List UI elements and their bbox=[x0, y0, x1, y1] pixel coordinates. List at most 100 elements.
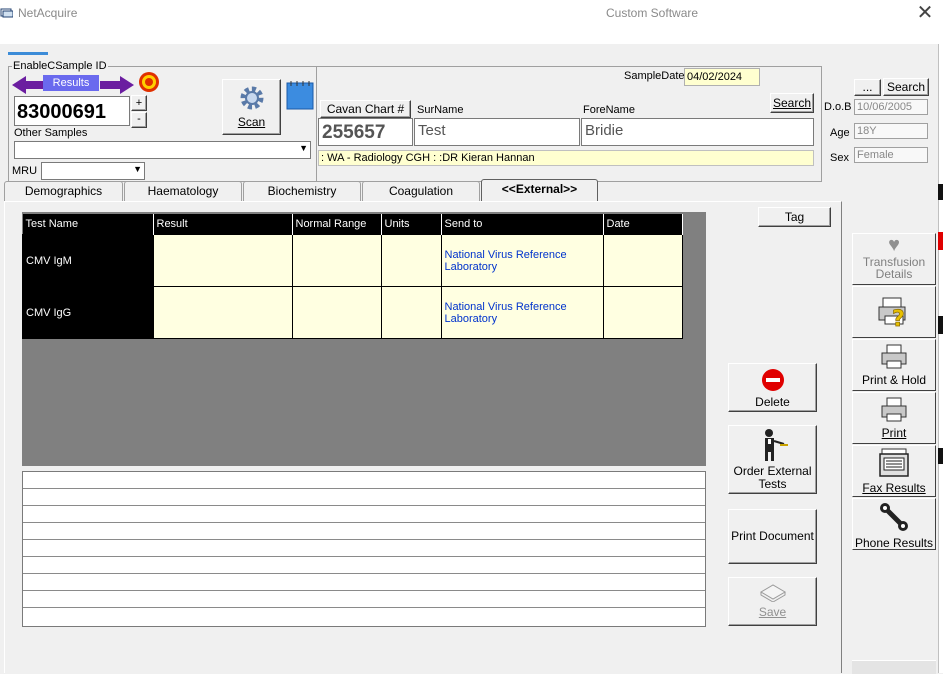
phone-results-button[interactable]: Phone Results bbox=[852, 498, 936, 550]
printer-question-icon: ? bbox=[878, 297, 906, 332]
list-item bbox=[23, 540, 705, 557]
tab-biochemistry[interactable]: Biochemistry bbox=[243, 181, 361, 201]
delete-button[interactable]: Delete bbox=[728, 363, 817, 412]
delete-label: Delete bbox=[755, 395, 790, 409]
table-row[interactable]: CMV IgG National Virus Reference Laborat… bbox=[22, 286, 683, 339]
phone-icon bbox=[880, 503, 908, 531]
target-icon[interactable] bbox=[138, 71, 160, 93]
mru-label: MRU bbox=[12, 165, 38, 177]
fax-results-button[interactable]: Fax Results bbox=[852, 445, 936, 497]
list-item bbox=[23, 472, 705, 489]
test-name-cell[interactable]: CMV IgG bbox=[22, 286, 154, 339]
column-header-date[interactable]: Date bbox=[603, 214, 683, 235]
send-to-cell[interactable]: National Virus Reference Laboratory bbox=[440, 234, 604, 287]
print-button[interactable]: Print bbox=[852, 392, 936, 444]
transfusion-details-label: Transfusion Details bbox=[862, 255, 926, 281]
print-document-button[interactable]: Print Document bbox=[728, 509, 817, 564]
order-external-tests-label: Order External Tests bbox=[733, 464, 812, 491]
list-item bbox=[23, 557, 705, 574]
other-samples-select[interactable]: ▼ bbox=[14, 141, 311, 159]
column-header-normal-range[interactable]: Normal Range bbox=[292, 214, 382, 235]
heart-icon: ♥ bbox=[888, 234, 900, 256]
chevron-down-icon: ▼ bbox=[299, 143, 308, 153]
fax-icon bbox=[879, 448, 909, 477]
age-field: 18Y bbox=[854, 123, 928, 139]
print-and-hold-button[interactable]: Print & Hold bbox=[852, 339, 936, 391]
search-top-button[interactable]: Search bbox=[883, 78, 929, 96]
order-external-tests-button[interactable]: Order External Tests bbox=[728, 425, 817, 494]
dob-field: 10/06/2005 bbox=[854, 99, 928, 115]
list-item bbox=[23, 489, 705, 506]
column-header-units[interactable]: Units bbox=[381, 214, 442, 235]
printer-icon bbox=[881, 344, 907, 369]
forename-input[interactable]: Bridie bbox=[581, 118, 814, 146]
units-cell[interactable] bbox=[380, 286, 442, 339]
app-title: NetAcquire bbox=[18, 6, 78, 20]
list-item bbox=[23, 506, 705, 523]
background-window-fragment bbox=[938, 184, 943, 200]
result-cell[interactable] bbox=[152, 286, 293, 339]
stop-icon bbox=[761, 369, 784, 391]
app-icon bbox=[0, 8, 13, 18]
print-and-hold-label: Print & Hold bbox=[861, 373, 927, 387]
title-bar bbox=[0, 0, 943, 44]
browse-button[interactable]: ... bbox=[854, 79, 881, 96]
send-to-cell[interactable]: National Virus Reference Laboratory bbox=[440, 286, 604, 339]
results-label: Results bbox=[43, 75, 99, 91]
left-arrow-icon[interactable] bbox=[12, 75, 46, 95]
sample-date-label: SampleDate bbox=[624, 70, 685, 82]
sample-decrement-button[interactable]: - bbox=[131, 112, 147, 128]
forename-label: ForeName bbox=[583, 104, 635, 116]
result-cell[interactable] bbox=[152, 234, 293, 287]
background-window-fragment bbox=[938, 232, 943, 250]
sex-label: Sex bbox=[830, 152, 849, 164]
sample-id-input[interactable]: 83000691 bbox=[14, 96, 130, 126]
list-item bbox=[23, 574, 705, 591]
chart-number-input[interactable]: 255657 bbox=[318, 118, 413, 146]
location-display: : WA - Radiology CGH : :DR Kieran Hannan bbox=[318, 150, 814, 166]
test-name-cell[interactable]: CMV IgM bbox=[22, 234, 154, 287]
fax-results-label: Fax Results bbox=[862, 481, 926, 495]
transfusion-details-button[interactable]: ♥ Transfusion Details bbox=[852, 233, 936, 285]
list-item bbox=[23, 523, 705, 540]
mru-select[interactable]: ▼ bbox=[41, 162, 145, 180]
date-cell[interactable] bbox=[602, 286, 683, 339]
tab-demographics[interactable]: Demographics bbox=[4, 181, 123, 201]
save-button[interactable]: Save bbox=[728, 577, 817, 626]
normal-range-cell[interactable] bbox=[291, 234, 382, 287]
sample-increment-button[interactable]: + bbox=[131, 95, 147, 111]
printer-icon bbox=[881, 397, 907, 422]
print-label: Print bbox=[881, 426, 907, 440]
comments-list[interactable] bbox=[22, 471, 706, 627]
surname-label: SurName bbox=[417, 104, 464, 116]
background-window-fragment bbox=[938, 316, 943, 334]
close-icon[interactable]: ✕ bbox=[914, 2, 936, 24]
table-row[interactable]: CMV IgM National Virus Reference Laborat… bbox=[22, 234, 683, 287]
external-tests-table: Test Name Result Normal Range Units Send… bbox=[22, 214, 683, 339]
printer-query-button[interactable]: ? bbox=[852, 286, 936, 338]
units-cell[interactable] bbox=[380, 234, 442, 287]
progress-indicator bbox=[8, 52, 48, 55]
column-header-send-to[interactable]: Send to bbox=[441, 214, 604, 235]
surname-input[interactable]: Test bbox=[414, 118, 580, 146]
tab-external[interactable]: <<External>> bbox=[481, 179, 598, 202]
save-icon bbox=[759, 584, 786, 603]
background-window-edge bbox=[938, 44, 943, 673]
dob-label: D.o.B bbox=[824, 101, 852, 113]
tag-button[interactable]: Tag bbox=[758, 207, 831, 227]
search-button[interactable]: Search bbox=[770, 93, 814, 113]
normal-range-cell[interactable] bbox=[291, 286, 382, 339]
tab-coagulation[interactable]: Coagulation bbox=[362, 181, 480, 201]
column-header-test-name[interactable]: Test Name bbox=[22, 214, 154, 235]
notepad-icon[interactable] bbox=[285, 80, 315, 110]
column-header-result[interactable]: Result bbox=[153, 214, 293, 235]
scan-button[interactable]: Scan bbox=[222, 79, 281, 135]
sample-date-input[interactable]: 04/02/2024 bbox=[684, 68, 760, 86]
right-arrow-icon[interactable] bbox=[100, 75, 134, 95]
tab-haematology[interactable]: Haematology bbox=[124, 181, 242, 201]
background-window-fragment bbox=[938, 448, 943, 464]
date-cell[interactable] bbox=[602, 234, 683, 287]
partial-button[interactable] bbox=[852, 660, 936, 674]
chevron-down-icon: ▼ bbox=[133, 164, 142, 174]
phone-results-label: Phone Results bbox=[854, 536, 934, 550]
